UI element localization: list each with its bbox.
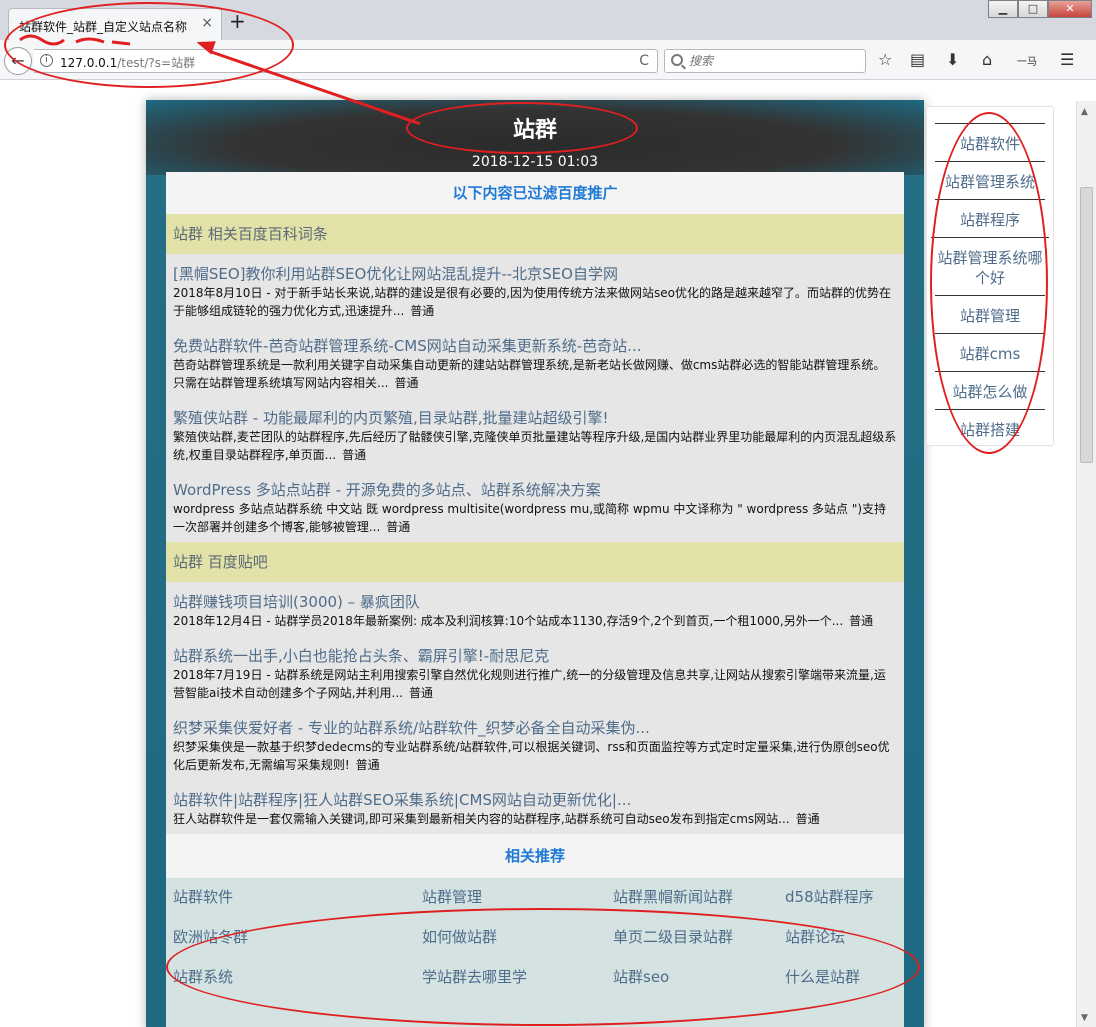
result-description: 2018年8月10日 - 对于新手站长来说,站群的建设是很有必要的,因为使用传统… (173, 286, 892, 318)
recommend-link[interactable]: 站群软件 (173, 886, 233, 907)
tab-title: 站群软件_站群_自定义站点名称 (19, 20, 188, 34)
recommend-link[interactable]: 站群黑帽新闻站群 (613, 886, 733, 907)
sidebar-item[interactable]: 站群程序 (935, 199, 1045, 230)
bookmark-star-icon[interactable]: ☆ (878, 51, 892, 69)
result-tag: 普通 (394, 376, 419, 390)
result-tag: 普通 (410, 304, 435, 318)
new-tab-button[interactable]: + (229, 11, 246, 31)
search-input[interactable] (689, 53, 859, 69)
result-title-link[interactable]: 繁殖侠站群 - 功能最犀利的内页繁殖,目录站群,批量建站超级引擎! (173, 408, 897, 428)
section-heading-tieba: 站群 百度贴吧 (166, 542, 904, 582)
recommend-link[interactable]: 站群论坛 (785, 926, 845, 947)
reading-list-icon[interactable]: ▤ (910, 51, 925, 69)
sidebar-item[interactable]: 站群管理系统 (935, 161, 1045, 192)
hamburger-menu-icon[interactable]: ☰ (1060, 51, 1074, 69)
filter-notice: 以下内容已过滤百度推广 (166, 172, 904, 214)
result-description: 芭奇站群管理系统是一款利用关键字自动采集自动更新的建站站群管理系统,是新老站长做… (173, 358, 886, 390)
result-item: [黑帽SEO]教你利用站群SEO优化让网站混乱提升--北京SEO自学网 2018… (166, 254, 904, 326)
result-description: wordpress 多站点站群系统 中文站 既 wordpress multis… (173, 502, 887, 534)
site-info-icon[interactable]: i (40, 54, 53, 67)
result-tag: 普通 (408, 686, 433, 700)
search-icon (671, 54, 683, 66)
result-title-link[interactable]: 站群赚钱项目培训(3000) – 暴疯团队 (173, 592, 897, 612)
sidebar-item[interactable]: 站群软件 (935, 123, 1045, 154)
close-window-button[interactable]: ✕ (1048, 0, 1092, 18)
navigation-bar: ← i 127.0.0.1/test/?s=站群 C ☆ ▤ ⬇ ⌂ 一马 ☰ (0, 40, 1096, 80)
recommend-link[interactable]: 学站群去哪里学 (422, 966, 527, 987)
url-path: /test/?s=站群 (117, 56, 196, 70)
site-title: 站群 (512, 118, 557, 143)
result-item: 织梦采集侠爱好者 - 专业的站群系统/站群软件_织梦必备全自动采集伪... 织梦… (166, 708, 904, 780)
result-item: WordPress 多站点站群 - 开源免费的多站点、站群系统解决方案 word… (166, 470, 904, 542)
results-content: 以下内容已过滤百度推广 站群 相关百度百科词条 [黑帽SEO]教你利用站群SEO… (166, 172, 904, 1027)
download-icon[interactable]: ⬇ (946, 51, 959, 69)
home-icon[interactable]: ⌂ (982, 51, 992, 69)
url-text[interactable]: 127.0.0.1/test/?s=站群 (60, 54, 195, 71)
recommend-link[interactable]: 站群seo (613, 966, 669, 987)
result-tag: 普通 (386, 520, 411, 534)
result-item: 免费站群软件-芭奇站群管理系统-CMS网站自动采集更新系统-芭奇站... 芭奇站… (166, 326, 904, 398)
recommend-grid: 站群软件 站群管理 站群黑帽新闻站群 d58站群程序 欧洲站冬群 如何做站群 单… (166, 878, 904, 1027)
tab-close-icon[interactable]: × (201, 15, 213, 31)
tab-bar: 站群软件_站群_自定义站点名称 × + ▁ □ ✕ (0, 0, 1096, 40)
maximize-button[interactable]: □ (1018, 0, 1048, 18)
result-tag: 普通 (849, 614, 874, 628)
reload-icon[interactable]: C (639, 53, 649, 69)
recommend-link[interactable]: 欧洲站冬群 (173, 926, 248, 947)
scroll-thumb[interactable] (1080, 187, 1093, 463)
result-description: 狂人站群软件是一套仅需输入关键词,即可采集到最新相关内容的站群程序,站群系统可自… (173, 812, 820, 826)
recommend-link[interactable]: 如何做站群 (422, 926, 497, 947)
result-tag: 普通 (795, 812, 820, 826)
result-title-link[interactable]: 织梦采集侠爱好者 - 专业的站群系统/站群软件_织梦必备全自动采集伪... (173, 718, 897, 738)
page-viewport: 站群 2018-12-15 01:03 以下内容已过滤百度推广 站群 相关百度百… (0, 81, 1076, 1027)
section-heading-baike: 站群 相关百度百科词条 (166, 214, 904, 254)
back-button[interactable]: ← (4, 47, 32, 75)
scroll-down-icon[interactable]: ▼ (1081, 1013, 1088, 1023)
result-description: 织梦采集侠是一款基于织梦dedecms的专业站群系统/站群软件,可以根据关键词、… (173, 740, 890, 772)
window-controls: ▁ □ ✕ (988, 0, 1092, 18)
url-bar[interactable]: i 127.0.0.1/test/?s=站群 C (34, 49, 658, 73)
minimize-button[interactable]: ▁ (988, 0, 1018, 18)
result-title-link[interactable]: 免费站群软件-芭奇站群管理系统-CMS网站自动采集更新系统-芭奇站... (173, 336, 897, 356)
extension-button[interactable]: 一马 (1017, 54, 1037, 72)
result-item: 站群系统一出手,小白也能抢占头条、霸屏引擎!-耐思尼克 2018年7月19日 -… (166, 636, 904, 708)
main-column: 站群 2018-12-15 01:03 以下内容已过滤百度推广 站群 相关百度百… (146, 100, 924, 1027)
sidebar-item[interactable]: 站群cms (935, 333, 1045, 364)
result-item: 站群软件|站群程序|狂人站群SEO采集系统|CMS网站自动更新优化|... 狂人… (166, 780, 904, 834)
scroll-up-icon[interactable]: ▲ (1081, 107, 1088, 117)
result-tag: 普通 (342, 448, 367, 462)
search-bar[interactable] (664, 49, 866, 73)
recommend-heading: 相关推荐 (166, 834, 904, 878)
recommend-link[interactable]: 站群系统 (173, 966, 233, 987)
recommend-link[interactable]: 什么是站群 (785, 966, 860, 987)
result-description: 2018年12月4日 - 站群学员2018年最新案例: 成本及利润核算:10个站… (173, 614, 874, 628)
sidebar-item[interactable]: 站群管理 (935, 295, 1045, 326)
result-title-link[interactable]: [黑帽SEO]教你利用站群SEO优化让网站混乱提升--北京SEO自学网 (173, 264, 897, 284)
sidebar-item[interactable]: 站群管理系统哪个好 (931, 237, 1049, 288)
page-header: 站群 2018-12-15 01:03 (146, 100, 924, 175)
related-sidebar: 站群软件 站群管理系统 站群程序 站群管理系统哪个好 站群管理 站群cms 站群… (926, 106, 1054, 446)
url-host: 127.0.0.1 (60, 56, 118, 70)
result-item: 繁殖侠站群 - 功能最犀利的内页繁殖,目录站群,批量建站超级引擎! 繁殖侠站群,… (166, 398, 904, 470)
recommend-link[interactable]: 站群管理 (422, 886, 482, 907)
result-title-link[interactable]: 站群软件|站群程序|狂人站群SEO采集系统|CMS网站自动更新优化|... (173, 790, 897, 810)
result-tag: 普通 (355, 758, 380, 772)
result-description: 2018年7月19日 - 站群系统是网站主利用搜索引擎自然优化规则进行推广,统一… (173, 668, 886, 700)
recommend-link[interactable]: 单页二级目录站群 (613, 926, 733, 947)
recommend-link[interactable]: d58站群程序 (785, 886, 874, 907)
site-date: 2018-12-15 01:03 (471, 154, 599, 170)
result-description: 繁殖侠站群,麦芒团队的站群程序,先后经历了骷髅侠引擎,克隆侠单页批量建站等程序升… (173, 430, 897, 462)
sidebar-item[interactable]: 站群搭建 (935, 409, 1045, 440)
sidebar-item[interactable]: 站群怎么做 (935, 371, 1045, 402)
result-title-link[interactable]: WordPress 多站点站群 - 开源免费的多站点、站群系统解决方案 (173, 480, 897, 500)
result-item: 站群赚钱项目培训(3000) – 暴疯团队 2018年12月4日 - 站群学员2… (166, 582, 904, 636)
browser-window: 站群软件_站群_自定义站点名称 × + ▁ □ ✕ ← i 127.0.0.1/… (0, 0, 1096, 1027)
page-scrollbar[interactable]: ▲ ▼ (1076, 101, 1096, 1027)
result-title-link[interactable]: 站群系统一出手,小白也能抢占头条、霸屏引擎!-耐思尼克 (173, 646, 897, 666)
active-tab[interactable]: 站群软件_站群_自定义站点名称 × (8, 8, 222, 40)
